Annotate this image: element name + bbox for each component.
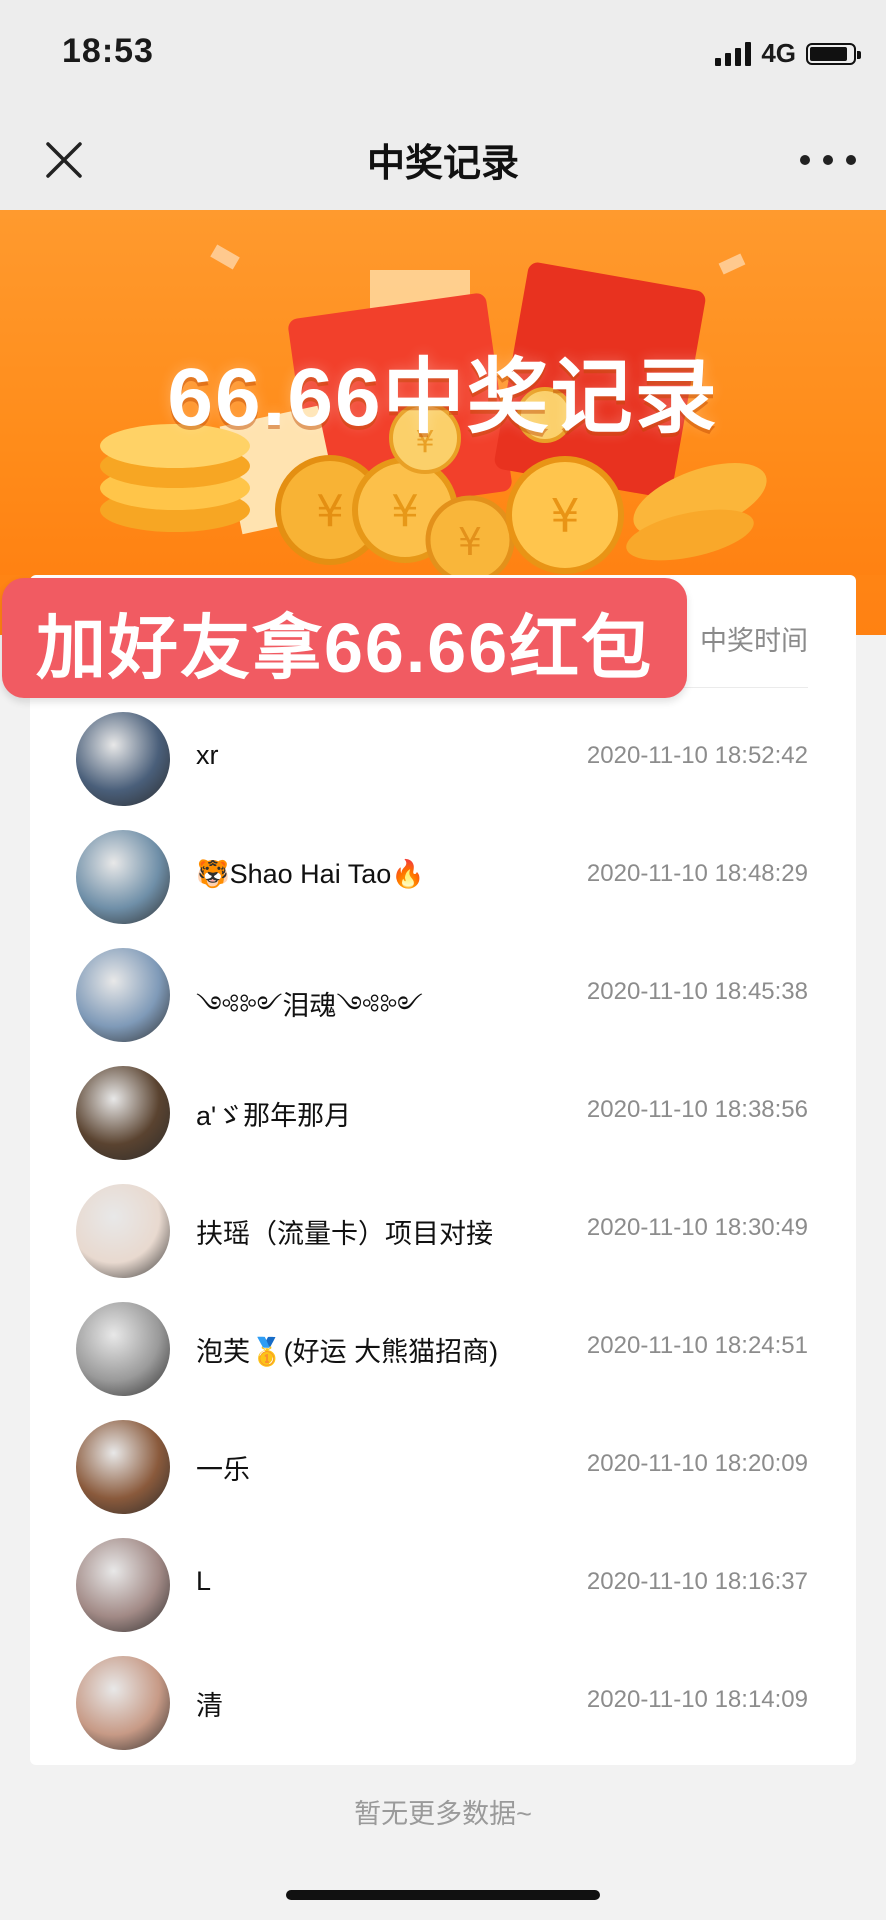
avatar[interactable] [76,830,170,924]
win-time: 2020-11-10 18:52:42 [586,742,808,769]
winner-name: 清 [196,1691,223,1721]
avatar[interactable] [76,1302,170,1396]
more-dots-icon[interactable] [800,140,856,180]
winner-name: ༺༻泪魂༺༻ [196,991,423,1021]
svg-text:¥: ¥ [550,489,579,543]
list-item[interactable]: 一乐 2020-11-10 18:20:09 [30,1408,856,1526]
avatar[interactable] [76,1184,170,1278]
promo-banner[interactable]: 加好友拿66.66红包 [2,578,687,698]
list-item[interactable]: 扶瑶（流量卡）项目对接 2020-11-10 18:30:49 [30,1172,856,1290]
winner-name: 扶瑶（流量卡）项目对接 [196,1219,493,1249]
list-item[interactable]: xr 2020-11-10 18:52:42 [30,700,856,818]
list-item[interactable]: 清 2020-11-10 18:14:09 [30,1644,856,1762]
promo-text: 加好友拿66.66红包 [36,609,654,687]
winner-name: xr [196,740,219,770]
no-more-data: 暂无更多数据~ [354,1799,532,1829]
win-time: 2020-11-10 18:14:09 [586,1686,808,1713]
home-indicator[interactable] [286,1890,600,1900]
win-time: 2020-11-10 18:38:56 [586,1096,808,1123]
winner-name: L [196,1566,212,1596]
winner-name: 🐯Shao Hai Tao🔥 [196,859,425,889]
column-header-time: 中奖时间 [700,626,808,656]
page-title: 中奖记录 [366,143,519,185]
win-time: 2020-11-10 18:24:51 [586,1332,808,1359]
nav-bar: 中奖记录 [0,110,886,211]
banner-title: 66.66中奖记录 [167,352,719,443]
avatar[interactable] [76,1420,170,1514]
list-item[interactable]: 泡芙🥇(好运 大熊猫招商) 2020-11-10 18:24:51 [30,1290,856,1408]
winner-name: 一乐 [196,1455,250,1485]
status-indicators: 4G [715,38,861,69]
winner-name: 泡芙🥇(好运 大熊猫招商) [196,1337,499,1367]
list-item[interactable]: ༺༻泪魂༺༻ 2020-11-10 18:45:38 [30,936,856,1054]
avatar[interactable] [76,1066,170,1160]
battery-icon [806,42,861,65]
svg-text:¥: ¥ [391,486,419,537]
list-item[interactable]: L 2020-11-10 18:16:37 [30,1526,856,1644]
svg-text:¥: ¥ [458,520,482,564]
list-item[interactable]: 🐯Shao Hai Tao🔥 2020-11-10 18:48:29 [30,818,856,936]
signal-icon [715,41,752,66]
banner: ¥ ¥ ¥ ¥ ¥ 66.66中奖记录 [0,210,886,635]
win-time: 2020-11-10 18:45:38 [586,978,808,1005]
list-item[interactable]: a'ゞ那年那月 2020-11-10 18:38:56 [30,1054,856,1172]
win-time: 2020-11-10 18:20:09 [586,1450,808,1477]
avatar[interactable] [76,1538,170,1632]
winner-name: a'ゞ那年那月 [196,1101,352,1131]
svg-text:¥: ¥ [316,486,344,537]
status-time: 18:53 [62,32,154,70]
avatar[interactable] [76,712,170,806]
status-bar: 18:53 4G [0,0,886,110]
battery-level [810,46,847,61]
win-time: 2020-11-10 18:48:29 [586,860,808,887]
win-time: 2020-11-10 18:30:49 [586,1214,808,1241]
win-time: 2020-11-10 18:16:37 [586,1568,808,1595]
avatar[interactable] [76,1656,170,1750]
network-type: 4G [761,38,796,68]
avatar[interactable] [76,948,170,1042]
